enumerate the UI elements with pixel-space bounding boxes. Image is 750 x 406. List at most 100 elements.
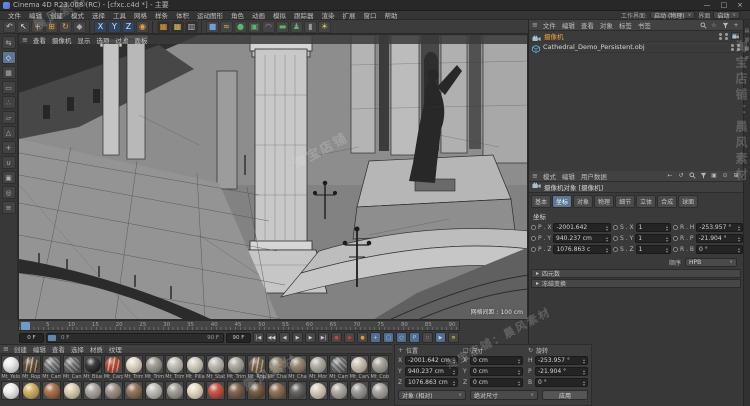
rotate-tool-button[interactable]: ↻ [59, 20, 72, 33]
add-generator-button[interactable]: ▣ [248, 20, 261, 33]
convert-editable-button[interactable]: ⇆ [1, 36, 16, 49]
viewport-menu-过滤[interactable]: 过滤 [112, 35, 131, 45]
material-thumb[interactable] [349, 355, 369, 374]
add-deformer-button[interactable]: ◠ [262, 20, 275, 33]
material-swatch[interactable] [349, 381, 370, 400]
editor-visibility-dot[interactable] [737, 43, 740, 47]
material-thumb[interactable] [329, 355, 349, 374]
coords-field-input[interactable]: 940.237 cm ▴ ▾ [405, 367, 458, 376]
key-pla-button[interactable]: ∷ [422, 332, 433, 343]
key-rotation-button[interactable]: ○ [396, 332, 407, 343]
coords-field-input[interactable]: -21.904 ° ▴ ▾ [535, 367, 588, 376]
am-menu-模式[interactable]: 模式 [540, 171, 559, 181]
material-swatch[interactable]: Mt_Carv [349, 355, 370, 380]
material-thumb[interactable] [62, 381, 82, 400]
viewport-menu-icon[interactable]: ≡ [22, 36, 28, 44]
material-swatch[interactable] [247, 381, 267, 400]
material-swatch[interactable]: Mt_Trim [144, 355, 165, 380]
material-swatch[interactable] [165, 381, 185, 400]
end-frame-field[interactable]: 90 F [226, 332, 251, 343]
render-to-picture-viewer-button[interactable]: ▦ [171, 20, 184, 33]
material-thumb[interactable] [370, 355, 390, 374]
material-thumb[interactable] [1, 355, 21, 374]
x-axis-lock-button[interactable]: X [94, 20, 107, 33]
material-swatch[interactable]: Mt_Chai [267, 355, 288, 380]
menu-创建[interactable]: 创建 [46, 10, 67, 20]
material-swatch[interactable] [226, 381, 247, 400]
material-swatch[interactable] [308, 381, 329, 400]
attribute-tab-对象[interactable]: 对象 [573, 194, 594, 208]
frame-range-slider[interactable]: 0 F 90 F [46, 332, 224, 343]
goto-start-button[interactable]: |◀ [253, 332, 264, 343]
material-swatch[interactable] [124, 381, 144, 400]
material-thumb[interactable] [226, 355, 246, 374]
material-swatch[interactable] [62, 381, 83, 400]
texture-mode-button[interactable]: ▦ [1, 66, 16, 79]
visibility-toggle[interactable] [737, 43, 740, 51]
timeline-playhead[interactable] [21, 322, 30, 330]
visibility-toggle[interactable] [719, 32, 722, 40]
panel-menu-icon[interactable]: ≡ [3, 345, 9, 353]
stepper-arrows[interactable]: ▴ ▾ [583, 357, 585, 364]
material-thumb[interactable] [185, 355, 205, 374]
keyframe-list-button[interactable]: ≣ [448, 332, 459, 343]
record-keyframe-button[interactable]: ● [331, 332, 342, 343]
material-swatch[interactable]: Mt_Yelo [1, 355, 21, 380]
material-thumb[interactable] [62, 355, 82, 374]
live-selection-button[interactable]: ↖ [17, 20, 30, 33]
stepper-arrows[interactable]: ▴ ▾ [453, 357, 455, 364]
keyframe-presets-button[interactable]: ● [357, 332, 368, 343]
stepper-arrows[interactable]: ▴ ▾ [738, 246, 740, 253]
viewport-canvas[interactable] [19, 35, 528, 320]
coords-field-input[interactable]: 0 cm ▴ ▾ [470, 378, 523, 387]
menu-模拟[interactable]: 模拟 [269, 10, 290, 20]
object-row[interactable]: Cathedral_Demo_Persistent.obj [529, 42, 743, 53]
menu-网格[interactable]: 网格 [130, 10, 151, 20]
coordinate-input[interactable]: -21.904 ° ▴ ▾ [695, 234, 743, 243]
om-menu-书签[interactable]: 书签 [635, 20, 654, 30]
viewport-menu-面板[interactable]: 面板 [131, 35, 150, 45]
apply-button[interactable]: 应用 [542, 390, 588, 400]
points-mode-button[interactable]: ∴ [1, 96, 16, 109]
section-bar-四元数[interactable]: ▸ 四元数 [531, 268, 741, 278]
layer-shortcut-button[interactable]: ≡ [1, 201, 16, 214]
material-thumb[interactable] [288, 381, 308, 400]
workspace-dropdown[interactable]: 启动 (物理) ∨ [650, 11, 696, 20]
key-parameter-button[interactable]: P [409, 332, 420, 343]
material-menu-编辑[interactable]: 编辑 [30, 345, 49, 354]
workplane-lock-button[interactable]: ▣ [1, 171, 16, 184]
material-swatch[interactable] [103, 381, 124, 400]
material-thumb[interactable] [83, 355, 103, 374]
layout-dropdown[interactable]: 启动 ∨ [713, 11, 740, 20]
keyframe-dot[interactable] [673, 225, 678, 230]
material-thumb[interactable] [21, 355, 41, 374]
keyframe-dot[interactable] [613, 225, 618, 230]
attribute-tab-立体[interactable]: 立体 [636, 194, 657, 208]
material-thumb[interactable] [165, 381, 185, 400]
render-visibility-dot[interactable] [725, 36, 728, 40]
material-thumb[interactable] [185, 381, 205, 400]
add-primitive-cube-button[interactable]: ■ [206, 20, 219, 33]
grid-icon[interactable]: ⊞ [732, 172, 740, 180]
coordinate-input[interactable]: 1 ▴ ▾ [635, 223, 671, 232]
stepper-arrows[interactable]: ▴ ▾ [518, 357, 520, 364]
viewport[interactable]: ≡ 查看 摄像机 显示 选项 过滤 面板 网格间距 : 100 cm [18, 34, 528, 320]
keyframe-dot[interactable] [531, 236, 536, 241]
material-swatch[interactable] [42, 381, 62, 400]
viewport-menu-选项[interactable]: 选项 [93, 35, 112, 45]
material-swatch[interactable] [185, 381, 206, 400]
maximize-button[interactable]: □ [721, 0, 728, 11]
editor-visibility-dot[interactable] [719, 32, 722, 36]
stepper-arrows[interactable]: ▴ ▾ [666, 235, 668, 242]
material-swatch[interactable]: Mt_Trim [165, 355, 185, 380]
om-menu-对象[interactable]: 对象 [597, 20, 616, 30]
current-frame-field[interactable]: 0 F [19, 332, 44, 343]
move-tool-button[interactable]: + [31, 20, 44, 33]
edit-render-settings-button[interactable]: ▥ [185, 20, 198, 33]
key-scale-button[interactable]: □ [383, 332, 394, 343]
menu-角色[interactable]: 角色 [227, 10, 248, 20]
am-menu-用户数据[interactable]: 用户数据 [578, 171, 610, 181]
material-swatch[interactable]: Mt_Cam [329, 355, 349, 380]
y-axis-lock-button[interactable]: Y [108, 20, 121, 33]
material-thumb[interactable] [247, 355, 267, 374]
